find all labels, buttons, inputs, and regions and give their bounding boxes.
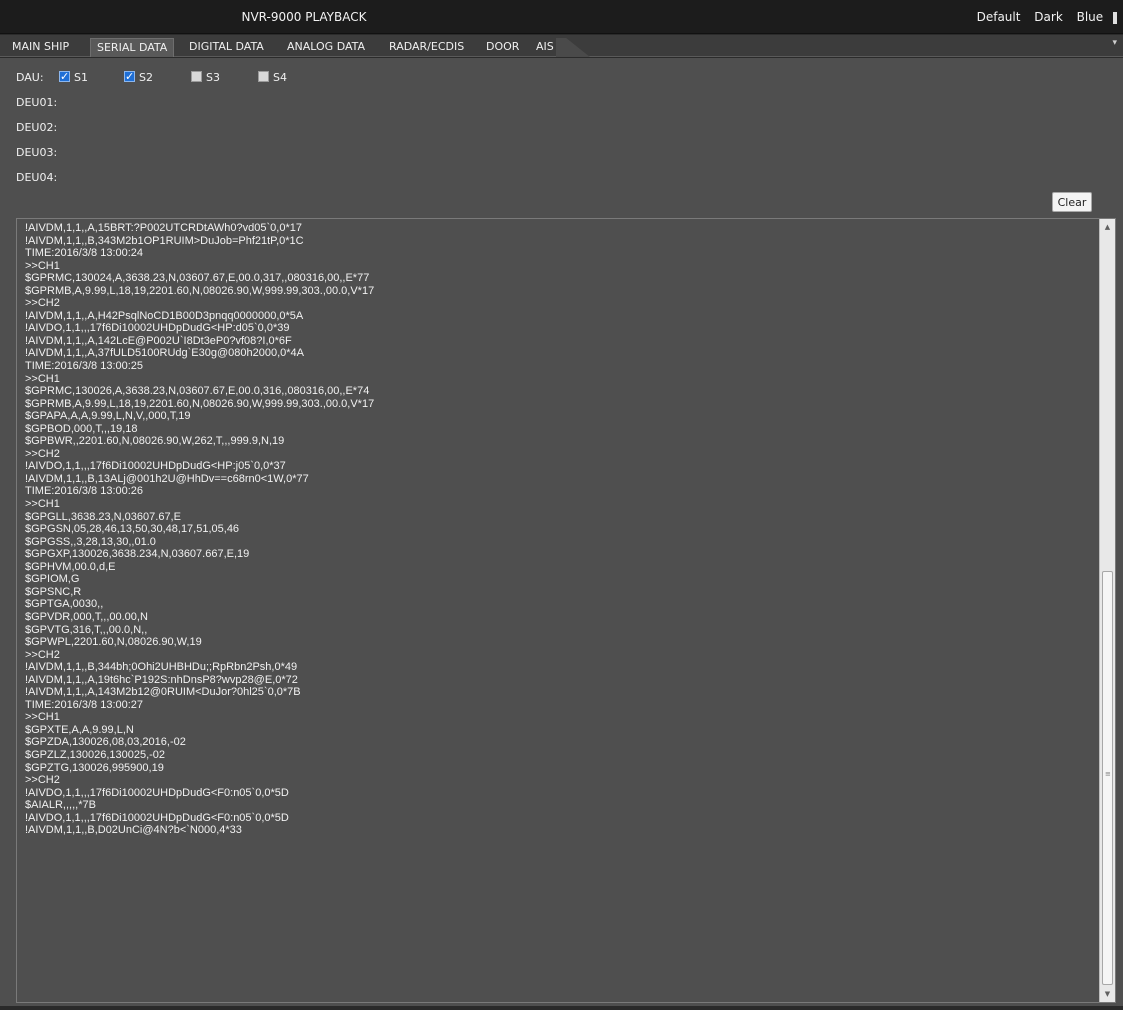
log-line: !AIVDM,1,1,,A,37fULD5100RUdg`E30g@080h20… (25, 347, 305, 360)
log-line: !AIVDM,1,1,,B,343M2b1OP1RUIM>DuJob=Phf21… (25, 234, 304, 247)
log-line: !AIVDO,1,1,,,17f6Di10002UHDpDudG<F0:n05`… (25, 786, 289, 799)
dau-s3-label: S3 (206, 71, 220, 84)
dau-s2-label: S2 (139, 71, 153, 84)
log-line: $GPWPL,2201.60,N,08026.90,W,19 (25, 636, 202, 649)
log-line: !AIVDM,1,1,,A,19t6hc`P192S:nhDnsP8?wvp28… (25, 673, 298, 686)
tab-analog-data[interactable]: ANALOG DATA (281, 38, 371, 57)
log-line: $GPBWR,,2201.60,N,08026.90,W,262,T,,,999… (25, 435, 285, 448)
scroll-thumb[interactable]: ≡ (1102, 571, 1113, 985)
checkbox-checked-icon (124, 69, 135, 85)
log-line: TIME:2016/3/8 13:00:27 (25, 698, 144, 711)
log-line: $AIALR,,,,,*7B (25, 799, 96, 812)
theme-default-button[interactable]: Default (977, 10, 1021, 24)
tab-main-ship[interactable]: MAIN SHIP (6, 38, 75, 57)
log-line: $GPGLL,3638.23,N,03607.67,E (25, 510, 181, 523)
scroll-up-icon[interactable]: ▲ (1100, 220, 1115, 234)
log-line: $GPVDR,000,T,,,00.00,N (25, 610, 148, 623)
tab-serial-data[interactable]: SERIAL DATA (90, 38, 175, 57)
log-line: $GPRMC,130024,A,3638.23,N,03607.67,E,00.… (25, 272, 370, 285)
dau-s2-checkbox[interactable]: S2 (124, 69, 153, 86)
log-line: >>CH1 (25, 372, 60, 385)
log-line: $GPZDA,130026,08,03,2016,-02 (25, 736, 186, 749)
serial-log-textarea[interactable]: !AIVDM,1,1,,A,15BRT:?P002UTCRDtAWh0?vd05… (16, 218, 1116, 1003)
dau-s4-label: S4 (273, 71, 287, 84)
log-scrollbar[interactable]: ▲ ≡ ▼ (1099, 219, 1115, 1002)
checkbox-unchecked-icon (258, 71, 269, 82)
tab-bar: MAIN SHIP SERIAL DATA DIGITAL DATA ANALO… (0, 35, 1123, 57)
log-line: $GPGSS,,3,28,13,30,,01.0 (25, 535, 156, 548)
tab-digital-data[interactable]: DIGITAL DATA (183, 38, 270, 57)
log-line: >>CH2 (25, 447, 60, 460)
log-line: >>CH1 (25, 498, 60, 511)
log-line: !AIVDM,1,1,,B,D02UnCi@4N?b<`N000,4*33 (25, 824, 242, 837)
window-title: NVR-9000 PLAYBACK (241, 10, 367, 24)
dau-s4-checkbox[interactable]: S4 (258, 70, 287, 86)
log-line: $GPRMC,130026,A,3638.23,N,03607.67,E,00.… (25, 385, 370, 398)
log-line: $GPZTG,130026,995900,19 (25, 761, 164, 774)
dau-label: DAU: (16, 71, 44, 84)
log-line: >>CH2 (25, 297, 60, 310)
log-line: !AIVDM,1,1,,A,H42PsqlNoCD1B00D3pnqq00000… (25, 309, 304, 322)
log-line: >>CH2 (25, 648, 60, 661)
deu02-label: DEU02: (16, 121, 58, 134)
log-line: >>CH1 (25, 259, 60, 272)
log-line: $GPVTG,316,T,,,00.0,N,, (25, 623, 148, 636)
log-line: !AIVDO,1,1,,,17f6Di10002UHDpDudG<HP:j05`… (25, 460, 286, 473)
grip-icon: ≡ (1105, 770, 1111, 778)
log-line: $GPGXP,130026,3638.234,N,03607.667,E,19 (25, 548, 250, 561)
log-line: $GPGSN,05,28,46,13,50,30,48,17,51,05,46 (25, 523, 240, 536)
log-line: $GPTGA,0030,, (25, 598, 104, 611)
log-line: $GPSNC,R (25, 585, 82, 598)
tab-door[interactable]: DOOR (480, 38, 525, 57)
theme-dark-button[interactable]: Dark (1034, 10, 1062, 24)
checkbox-checked-icon (59, 69, 70, 85)
deu03-label: DEU03: (16, 146, 58, 159)
clear-button[interactable]: Clear (1052, 192, 1092, 212)
log-line: !AIVDM,1,1,,A,142LcE@P002U`I8Dt3eP0?vf08… (25, 334, 292, 347)
theme-switcher: Default Dark Blue (967, 0, 1117, 34)
log-line: TIME:2016/3/8 13:00:24 (25, 247, 144, 260)
log-line: !AIVDO,1,1,,,17f6Di10002UHDpDudG<F0:n05`… (25, 811, 289, 824)
log-line: $GPZLZ,130026,130025,-02 (25, 748, 166, 761)
window-edge-icon (1113, 11, 1117, 24)
log-line: !AIVDM,1,1,,A,143M2b12@0RUIM<DuJor?0hl25… (25, 686, 301, 699)
serial-data-panel: DAU: S1 S2 S3 S4 DEU01: DEU02: DEU03: DE… (0, 58, 1123, 1010)
serial-log-content: !AIVDM,1,1,,A,15BRT:?P002UTCRDtAWh0?vd05… (25, 222, 1095, 998)
log-line: $GPAPA,A,A,9.99,L,N,V,,000,T,19 (25, 410, 191, 423)
deu01-label: DEU01: (16, 96, 58, 109)
title-bar: NVR-9000 PLAYBACK Default Dark Blue (0, 0, 1123, 34)
deu04-label: DEU04: (16, 171, 58, 184)
log-line: TIME:2016/3/8 13:00:26 (25, 485, 144, 498)
log-line: !AIVDM,1,1,,B,344bh;0Ohi2UHBHDu;;RpRbn2P… (25, 661, 298, 674)
theme-blue-button[interactable]: Blue (1077, 10, 1104, 24)
dau-s1-checkbox[interactable]: S1 (59, 69, 88, 86)
log-line: !AIVDM,1,1,,A,15BRT:?P002UTCRDtAWh0?vd05… (25, 222, 302, 234)
tab-strip-end (556, 38, 590, 57)
log-line: $GPRMB,A,9.99,L,18,19,2201.60,N,08026.90… (25, 397, 375, 410)
dau-s1-label: S1 (74, 71, 88, 84)
tab-ais[interactable]: AIS (530, 38, 560, 57)
checkbox-unchecked-icon (191, 71, 202, 82)
log-line: $GPBOD,000,T,,,19,18 (25, 422, 138, 435)
log-line: >>CH2 (25, 774, 60, 787)
scroll-down-icon[interactable]: ▼ (1100, 987, 1115, 1001)
log-line: $GPRMB,A,9.99,L,18,19,2201.60,N,08026.90… (25, 284, 375, 297)
dau-s3-checkbox[interactable]: S3 (191, 70, 220, 86)
log-line: $GPHVM,00.0,d,E (25, 560, 116, 573)
log-line: $GPIOM,G (25, 573, 80, 586)
log-line: $GPXTE,A,A,9.99,L,N (25, 723, 134, 736)
log-line: !AIVDO,1,1,,,17f6Di10002UHDpDudG<HP:d05`… (25, 322, 290, 335)
log-line: >>CH1 (25, 711, 60, 724)
log-line: !AIVDM,1,1,,B,13ALj@001h2U@HhDv==c68rn0<… (25, 472, 309, 485)
pin-icon[interactable]: ▾ (1112, 38, 1117, 48)
tab-radar-ecdis[interactable]: RADAR/ECDIS (383, 38, 470, 57)
bottom-border (0, 1006, 1123, 1010)
log-line: TIME:2016/3/8 13:00:25 (25, 360, 144, 373)
